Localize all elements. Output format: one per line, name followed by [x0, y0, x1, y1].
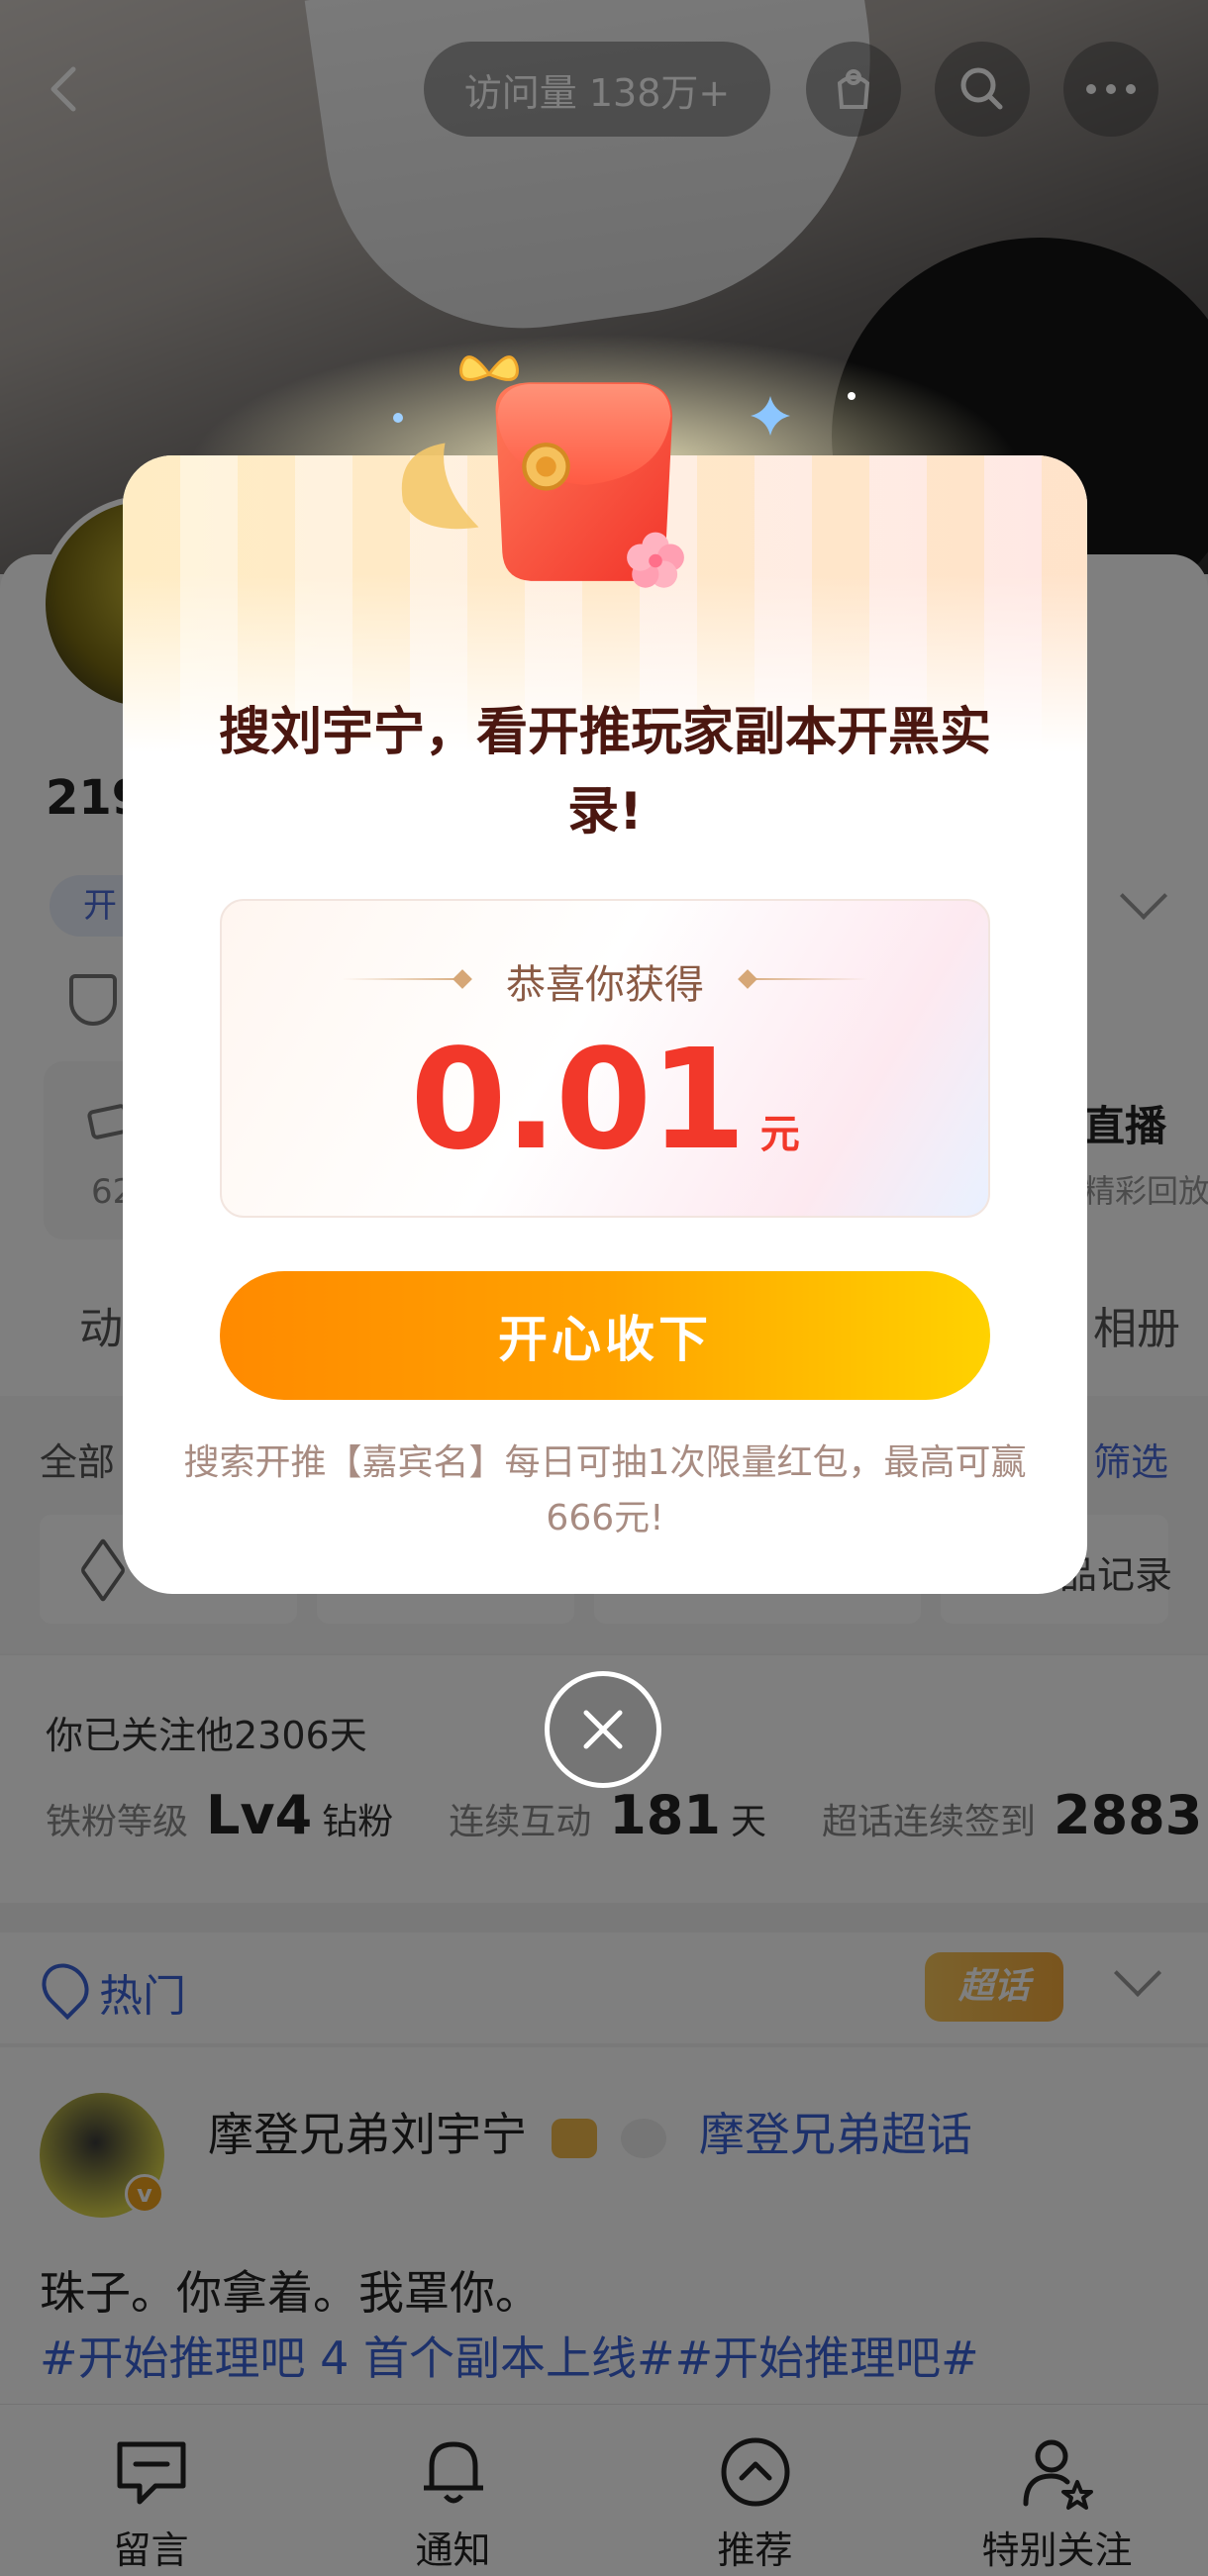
red-envelope-illustration	[401, 382, 684, 588]
claim-button[interactable]: 开心收下	[220, 1271, 990, 1400]
close-modal-button[interactable]	[545, 1671, 661, 1788]
diamond-ornament-icon	[738, 969, 757, 989]
blue-sparkle-icon	[751, 396, 790, 436]
diamond-ornament-icon	[453, 969, 472, 989]
prize-label-text: 恭喜你获得	[506, 962, 704, 1008]
modal-note: 搜索开推【嘉宾名】每日可抽1次限量红包，最高可赢666元!	[183, 1442, 1027, 1538]
prize-amount-value: 0.01	[410, 1020, 746, 1181]
prize-label: 恭喜你获得	[222, 952, 988, 1010]
prize-amount: 0.01 元	[222, 1020, 988, 1181]
close-icon	[583, 1710, 623, 1749]
prize-box: 恭喜你获得 0.01 元	[220, 899, 990, 1218]
prize-amount-unit: 元	[759, 1112, 800, 1157]
modal-title: 搜刘宇宁，看开推玩家副本开黑实录!	[218, 703, 991, 842]
yellow-bow-ornament-icon	[459, 355, 519, 381]
